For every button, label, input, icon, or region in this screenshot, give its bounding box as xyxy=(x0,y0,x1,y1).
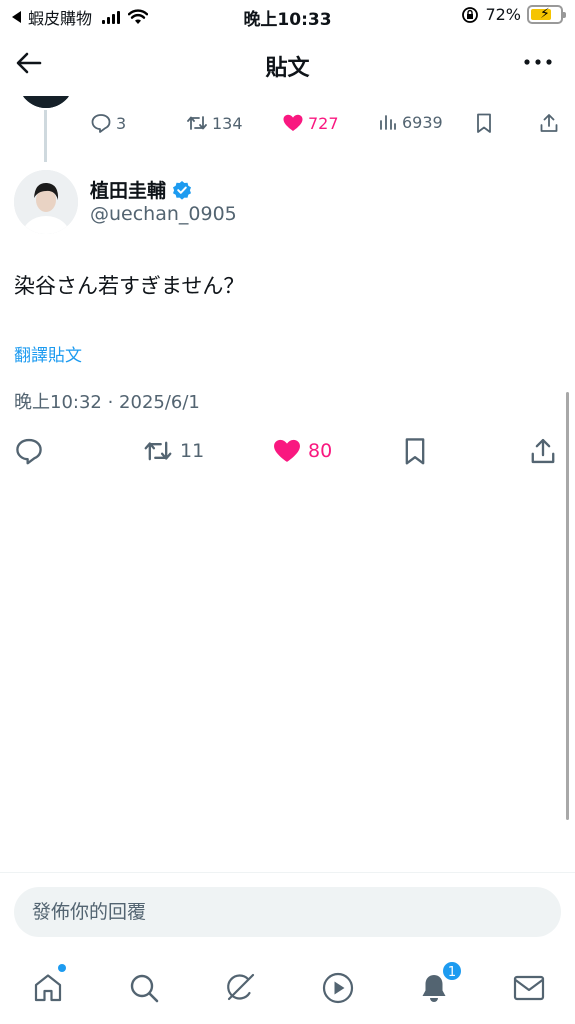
prev-like-button[interactable]: 727 xyxy=(282,112,339,134)
mail-icon xyxy=(513,975,545,1001)
bookmark-icon xyxy=(405,438,425,465)
tab-search[interactable] xyxy=(122,966,166,1010)
home-icon xyxy=(34,974,62,1002)
more-dots-icon xyxy=(524,59,552,65)
retweet-icon xyxy=(187,116,207,130)
translate-post-link[interactable]: 翻譯貼文 xyxy=(14,341,82,366)
prev-views-button[interactable]: 6939 xyxy=(378,112,443,132)
prev-retweet-button[interactable]: 134 xyxy=(186,112,243,134)
author-handle[interactable]: @uechan_0905 xyxy=(90,203,237,225)
tab-grok[interactable] xyxy=(218,966,262,1010)
prev-share-button[interactable] xyxy=(538,112,560,134)
tab-video[interactable] xyxy=(316,966,360,1010)
retweet-icon xyxy=(144,441,172,461)
top-header: 貼文 xyxy=(0,32,575,96)
reply-bubble-icon xyxy=(91,114,111,133)
battery-icon: ⚡ xyxy=(527,5,566,24)
page-title: 貼文 xyxy=(265,56,310,81)
back-button[interactable] xyxy=(14,48,50,80)
prev-retweet-count: 134 xyxy=(212,113,243,133)
reply-input[interactable]: 發佈你的回覆 xyxy=(14,887,561,937)
notification-badge: 1 xyxy=(441,960,463,982)
retweet-count: 11 xyxy=(180,440,205,462)
scrollbar[interactable] xyxy=(566,392,569,820)
author-name-row[interactable]: 植田圭輔 xyxy=(90,176,192,203)
prev-reply-count: 3 xyxy=(116,113,127,133)
reply-bubble-icon xyxy=(16,438,42,465)
search-icon xyxy=(130,974,159,1003)
bookmark-icon xyxy=(477,113,491,133)
views-chart-icon xyxy=(380,115,396,130)
prev-reply-button[interactable]: 3 xyxy=(90,112,126,134)
more-options-button[interactable] xyxy=(521,50,561,78)
author-avatar[interactable] xyxy=(14,170,78,234)
heart-filled-icon xyxy=(274,439,300,462)
prev-bookmark-button[interactable] xyxy=(474,112,494,134)
arrow-left-icon xyxy=(16,52,42,74)
share-button[interactable] xyxy=(528,436,558,466)
grok-icon xyxy=(227,973,255,1001)
verified-badge-icon xyxy=(173,180,192,200)
previous-tweet-actions: 3 134 727 6939 xyxy=(0,110,575,140)
prev-view-count: 6939 xyxy=(402,112,443,132)
status-bar: 蝦皮購物 晚上10:33 72% ⚡ xyxy=(0,0,575,32)
play-circle-icon xyxy=(322,972,354,1004)
retweet-button[interactable]: 11 xyxy=(142,436,204,466)
tab-messages[interactable] xyxy=(507,966,551,1010)
heart-filled-icon xyxy=(283,114,303,131)
reply-divider xyxy=(0,872,575,873)
bookmark-button[interactable] xyxy=(401,436,429,466)
home-unread-dot xyxy=(58,964,66,972)
reply-button[interactable] xyxy=(14,436,44,466)
share-icon xyxy=(540,114,558,132)
tweet-actions: 11 80 xyxy=(0,434,575,470)
like-count: 80 xyxy=(308,440,333,462)
share-icon xyxy=(531,438,555,464)
bottom-tab-bar: 1 xyxy=(0,952,575,1024)
author-name: 植田圭輔 xyxy=(90,180,167,202)
tweet-text: 染谷さん若すぎません？ xyxy=(14,274,245,298)
prev-like-count: 727 xyxy=(308,113,339,133)
battery-percent: 72% xyxy=(485,5,521,24)
orientation-lock-icon xyxy=(462,6,479,23)
tab-notifications[interactable]: 1 xyxy=(412,960,463,1010)
tab-home[interactable] xyxy=(26,964,70,1010)
like-button[interactable]: 80 xyxy=(272,436,332,466)
tweet-timestamp[interactable]: 晚上10:32 · 2025/6/1 xyxy=(14,388,200,414)
